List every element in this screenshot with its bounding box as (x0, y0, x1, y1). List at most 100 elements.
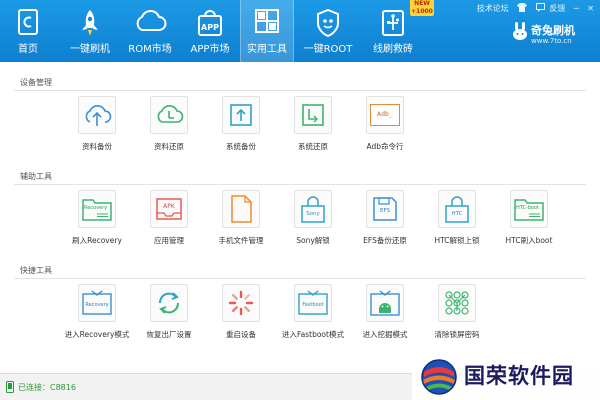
nav-home-label: 首页 (18, 44, 38, 55)
watermark-text: 国荣软件园 (464, 364, 574, 388)
cloud-upload-icon (78, 96, 116, 134)
tool-sony-unlock[interactable]: Sony Sony解锁 (273, 190, 353, 246)
shield-icon (316, 8, 340, 39)
tool-label: 重启设备 (226, 330, 256, 339)
brand-name: 奇兔刷机 (531, 24, 575, 37)
app-bag-icon: APP (197, 9, 223, 39)
nav-line-flash-rescue-label: 线刷救砖 (373, 44, 413, 55)
nav-home[interactable]: 首页 (8, 0, 48, 62)
tool-enter-download-mode[interactable]: 进入挖掘模式 (345, 284, 425, 340)
tool-label: 进入Recovery模式 (64, 330, 130, 339)
nav-one-click-root[interactable]: 一键ROOT (300, 0, 356, 62)
svg-text:APP: APP (201, 23, 219, 32)
tool-label: 资料还原 (154, 142, 184, 151)
nav-utility-tools[interactable]: 实用工具 (240, 0, 294, 62)
section-divider (14, 184, 586, 185)
efs-save-text: EFS (379, 208, 391, 214)
adb-terminal-text: Adb_ (370, 104, 400, 126)
cloud-icon (133, 9, 167, 35)
recovery-mode-icon: Recovery (78, 284, 116, 322)
nav-one-click-root-label: 一键ROOT (303, 44, 353, 55)
new-badge-line1: NEW (414, 0, 430, 7)
tool-adb-command[interactable]: Adb_ Adb命令行 (345, 96, 425, 152)
tool-label: 进入挖掘模式 (362, 330, 408, 339)
htc-boot-folder-icon: HTC-boot (510, 190, 548, 228)
cloud-restore-icon (150, 96, 188, 134)
system-backup-icon (222, 96, 260, 134)
minimize-button[interactable]: ─ (574, 4, 579, 13)
rocket-icon (79, 9, 101, 39)
top-nav-bar: 首页 一键刷机 ROM市场 APP APP市场 实用工具 一键ROOT 线刷救砖… (0, 0, 600, 62)
htc-lock-text: HTC (451, 211, 463, 217)
tool-phone-file-management[interactable]: 手机文件管理 (201, 190, 281, 246)
nav-app-market[interactable]: APP APP市场 (182, 0, 238, 62)
tool-label: HTC刷入boot (505, 236, 553, 245)
tool-label: Adb命令行 (366, 142, 404, 151)
sony-lock-text: Sony (306, 211, 320, 217)
recovery-mode-text: Recovery (85, 302, 109, 308)
tool-efs-backup-restore[interactable]: EFS EFS备份还原 (345, 190, 425, 246)
fastboot-text: Fastboot (302, 302, 324, 308)
top-links: 技术论坛 反馈 ─ ✕ (471, 3, 594, 14)
tool-factory-reset[interactable]: 恢复出厂设置 (129, 284, 209, 340)
apk-tray-icon: APK (150, 190, 188, 228)
new-badge: NEW +1000 (410, 0, 434, 16)
fastboot-icon: Fastboot (294, 284, 332, 322)
home-icon (17, 9, 39, 37)
connection-status: 已连接：C8816 (18, 383, 76, 392)
watermark-globe-icon (418, 356, 460, 400)
tool-label: 恢复出厂设置 (146, 330, 192, 339)
htc-boot-folder-text: HTC-boot (516, 205, 540, 211)
tool-data-restore[interactable]: 资料还原 (129, 96, 209, 152)
forum-link[interactable]: 技术论坛 (477, 4, 509, 13)
tool-htc-flash-boot[interactable]: HTC-boot HTC刷入boot (489, 190, 569, 246)
tool-reboot-device[interactable]: 重启设备 (201, 284, 281, 340)
efs-save-icon: EFS (366, 190, 404, 228)
tool-label: 手机文件管理 (218, 236, 264, 245)
system-restore-icon (294, 96, 332, 134)
recovery-folder-icon: Recovery (78, 190, 116, 228)
nav-rom-market[interactable]: ROM市场 (122, 0, 178, 62)
recovery-folder-text: Recovery (84, 205, 108, 211)
pattern-lock-icon (438, 284, 476, 322)
tool-data-backup[interactable]: 资料备份 (57, 96, 137, 152)
nav-one-click-flash-label: 一键刷机 (70, 44, 110, 55)
tool-enter-fastboot-mode[interactable]: Fastboot 进入Fastboot模式 (273, 284, 353, 340)
tool-label: 系统还原 (298, 142, 328, 151)
htc-lock-icon: HTC (438, 190, 476, 228)
grid-icon (255, 9, 279, 35)
tool-label: 清除锁屏密码 (434, 330, 480, 339)
close-button[interactable]: ✕ (587, 4, 594, 13)
tool-htc-lock-unlock[interactable]: HTC HTC解锁上锁 (417, 190, 497, 246)
tool-system-restore[interactable]: 系统还原 (273, 96, 353, 152)
tool-app-management[interactable]: APK 应用管理 (129, 190, 209, 246)
feedback-link[interactable]: 反馈 (549, 4, 565, 13)
reboot-spinner-icon (222, 284, 260, 322)
tool-label: HTC解锁上锁 (434, 236, 480, 245)
section-divider (14, 278, 586, 279)
tool-enter-recovery-mode[interactable]: Recovery 进入Recovery模式 (57, 284, 137, 340)
tool-label: 资料备份 (82, 142, 112, 151)
tool-label: 刷入Recovery (72, 236, 122, 245)
apk-tray-text: APK (163, 203, 175, 210)
nav-utility-tools-label: 实用工具 (247, 44, 287, 55)
file-icon (222, 190, 260, 228)
nav-rom-market-label: ROM市场 (128, 44, 172, 55)
tshirt-icon[interactable] (517, 3, 530, 13)
feedback-icon (535, 3, 548, 13)
tool-label: 进入Fastboot模式 (282, 330, 344, 339)
new-badge-line2: +1000 (411, 8, 433, 15)
bunny-logo-icon (513, 22, 527, 40)
tool-clear-lock-password[interactable]: 清除锁屏密码 (417, 284, 497, 340)
usb-icon (381, 9, 405, 39)
tool-system-backup[interactable]: 系统备份 (201, 96, 281, 152)
section-divider (14, 90, 586, 91)
tool-label: 系统备份 (226, 142, 256, 151)
factory-reset-icon (150, 284, 188, 322)
android-download-icon (366, 284, 404, 322)
tool-flash-recovery[interactable]: Recovery 刷入Recovery (57, 190, 137, 246)
nav-one-click-flash[interactable]: 一键刷机 (62, 0, 118, 62)
section-title-device-management: 设备管理 (20, 78, 52, 87)
adb-terminal-icon: Adb_ (366, 96, 404, 134)
brand-url: www.7to.cn (531, 37, 572, 45)
